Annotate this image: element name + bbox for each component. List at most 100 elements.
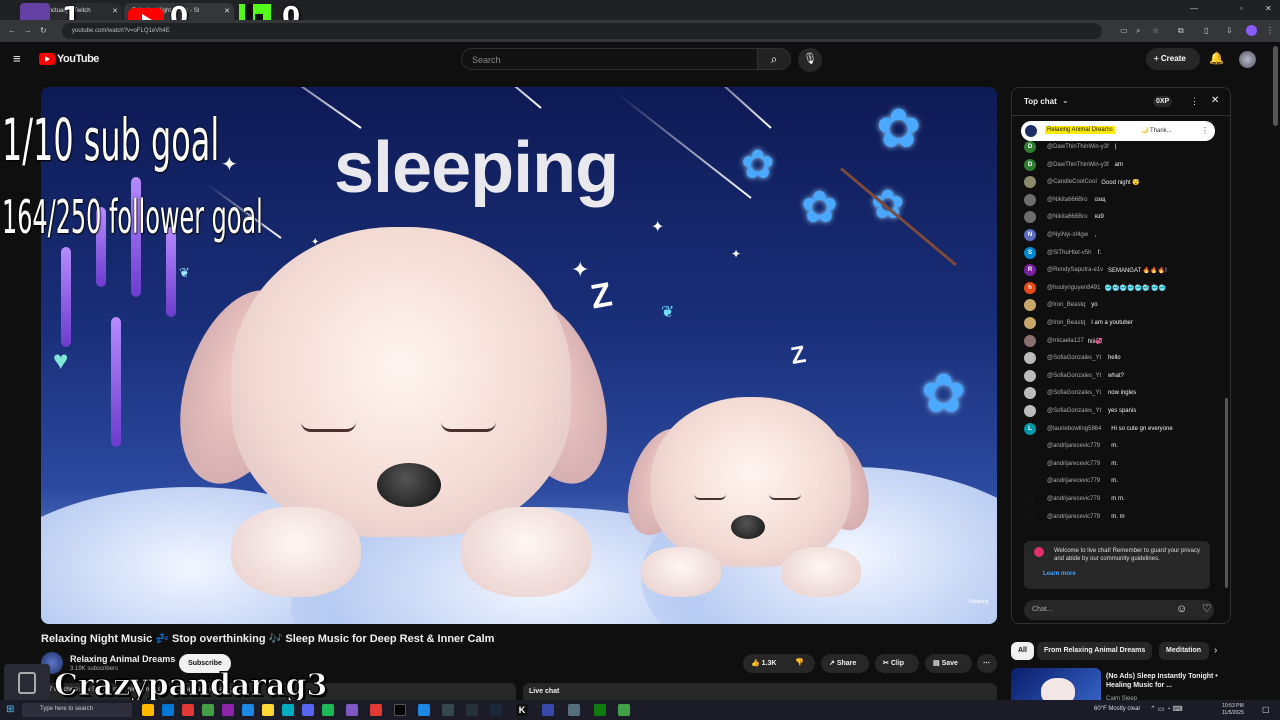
chat-author[interactable]: @Iron_Beastq (1047, 320, 1085, 326)
chat-message[interactable]: @Nikita666Bro озщ (1024, 193, 1224, 209)
chat-avatar[interactable] (1024, 176, 1036, 189)
chrome-icon[interactable] (262, 704, 274, 716)
chat-avatar[interactable]: L (1024, 422, 1036, 435)
chat-author[interactable]: @DawThinThinWin-y3f (1047, 162, 1109, 168)
chat-author[interactable]: @CandleCoolCool (1047, 179, 1097, 185)
youtube-logo-icon[interactable] (39, 53, 55, 65)
chat-author[interactable]: @SiThuHtet-v5h (1047, 250, 1091, 256)
taskbar-clock[interactable]: 10:53 PM 11/5/2025 (1222, 703, 1244, 717)
chat-avatar[interactable] (1024, 334, 1036, 347)
channel-name[interactable]: Relaxing Animal Dreams (70, 654, 175, 664)
url-field[interactable]: youtube.com/watch?v=oFLQ1eVh4E (62, 23, 1102, 39)
app-icon[interactable] (202, 704, 214, 716)
chat-avatar[interactable] (1024, 493, 1036, 505)
chat-avatar[interactable]: N (1024, 229, 1036, 241)
thumbs-up-icon[interactable]: 👍 (751, 660, 760, 667)
steam-icon[interactable] (490, 704, 502, 716)
chat-author[interactable]: @RendySaputra-e1v (1047, 267, 1103, 273)
cast-icon[interactable]: ▭ (1120, 26, 1128, 35)
maximize-icon[interactable]: ▫ (1240, 4, 1243, 13)
close-window-icon[interactable]: ✕ (1265, 4, 1272, 13)
chat-message[interactable]: @SofiaGonzales_Yt yes spanis (1024, 404, 1224, 420)
reload-icon[interactable]: ↻ (40, 26, 47, 35)
forward-icon[interactable]: → (24, 26, 32, 35)
close-icon[interactable]: ✕ (1211, 95, 1219, 106)
emoji-icon[interactable]: ☺ (1176, 603, 1187, 615)
app-icon[interactable] (346, 704, 358, 716)
download-icon[interactable]: ⇩ (1226, 26, 1233, 35)
extensions-icon[interactable]: ⧉ (1178, 26, 1184, 36)
scrollbar-thumb[interactable] (1273, 46, 1278, 126)
more-vertical-icon[interactable]: ⋮ (1201, 126, 1209, 135)
kick-app-icon[interactable]: K (516, 704, 528, 716)
chat-author[interactable]: @SofiaGonzales_Yt (1047, 390, 1101, 396)
chat-message[interactable]: @andrijarecevic779 m. (1024, 457, 1224, 473)
app-icon[interactable] (182, 704, 194, 716)
more-vertical-icon[interactable]: ⋮ (1190, 96, 1199, 107)
chat-avatar[interactable]: h (1024, 281, 1036, 294)
chat-message[interactable]: @SofiaGonzales_Yt hello (1024, 351, 1224, 367)
heart-icon[interactable]: ♡ (1202, 602, 1212, 615)
notification-center-icon[interactable]: ▢ (1262, 705, 1270, 714)
app-icon[interactable] (222, 704, 234, 716)
chevron-right-icon[interactable]: › (1214, 645, 1217, 656)
pinned-message[interactable]: Relaxing Animal Dreams 🌙 Thank... ⋮ (1021, 121, 1215, 141)
browser-menu-icon[interactable]: ⋮ (1266, 26, 1274, 35)
hamburger-menu-icon[interactable]: ≡ (13, 51, 21, 66)
chat-avatar[interactable] (1024, 387, 1036, 400)
chat-author[interactable]: @Nikita666Bro (1047, 197, 1087, 203)
recommendation-title[interactable]: (No Ads) Sleep Instantly Tonight • Heali… (1106, 672, 1231, 690)
chat-author[interactable]: @DawThinThinWin-y3f (1047, 144, 1109, 150)
app-icon[interactable] (370, 704, 382, 716)
edge-icon[interactable] (162, 704, 174, 716)
chat-author[interactable]: @SofiaGonzales_Yt (1047, 408, 1101, 414)
chat-avatar[interactable] (1024, 211, 1036, 224)
app-icon[interactable] (466, 704, 478, 716)
chat-avatar[interactable] (1024, 510, 1036, 523)
spotify-icon[interactable] (322, 704, 334, 716)
chat-avatar[interactable]: D (1024, 158, 1036, 171)
chat-author[interactable]: @micaela127 (1047, 338, 1084, 344)
chat-avatar[interactable] (1024, 440, 1036, 453)
chat-avatar[interactable]: S (1024, 246, 1036, 259)
chat-avatar[interactable]: D (1024, 141, 1036, 153)
more-actions-button[interactable]: ⋯ (977, 654, 997, 673)
chip-all[interactable]: All (1011, 642, 1034, 660)
profile-avatar[interactable] (1246, 25, 1257, 36)
taskbar-search[interactable]: Type here to search (22, 703, 132, 717)
chat-message[interactable]: @SofiaGonzales_Yt what? (1024, 369, 1224, 385)
chat-scrollbar[interactable] (1225, 398, 1228, 588)
chat-message[interactable]: @CandleCoolCool Good night 😴 (1024, 175, 1224, 191)
like-dislike-button[interactable]: 👍 1.3K 👎 (743, 654, 815, 673)
chat-message[interactable]: @andrijarecevic779 m m. (1024, 492, 1224, 508)
chat-message[interactable]: @andrijarecevic779 m. (1024, 474, 1224, 490)
chat-avatar[interactable] (1024, 405, 1036, 417)
chat-message[interactable]: S @SiThuHtet-v5h f. (1024, 246, 1224, 262)
notifications-bell-icon[interactable]: 🔔 (1209, 51, 1224, 65)
chat-message[interactable]: @SofiaGonzales_Yt now ingles (1024, 386, 1224, 402)
chat-message[interactable]: N @NyiNyi-sf4gw, (1024, 228, 1224, 244)
chat-mode-dropdown[interactable]: Top chat (1024, 97, 1057, 106)
create-button[interactable]: + Create (1146, 48, 1200, 70)
chat-message[interactable]: @Iron_Beastq I am a youtuber (1024, 316, 1224, 332)
search-input[interactable]: Search (461, 48, 759, 70)
file-explorer-icon[interactable] (142, 704, 154, 716)
app-icon[interactable] (618, 704, 630, 716)
windows-start-icon[interactable]: ⊞ (6, 704, 14, 715)
youtube-wordmark[interactable]: YouTube (57, 53, 99, 65)
chat-author[interactable]: @huulynguyen8491 (1047, 285, 1100, 291)
chat-avatar[interactable] (1024, 457, 1036, 470)
chat-author[interactable]: @Iron_Beastq (1047, 302, 1085, 308)
clip-button[interactable]: ✂ Clip (875, 654, 919, 673)
chat-message[interactable]: @andrijarecevic779 m. (1024, 439, 1224, 455)
chat-avatar[interactable] (1024, 299, 1036, 312)
minimize-icon[interactable]: — (1190, 4, 1198, 13)
chat-author[interactable]: @andrijarecevic779 (1047, 461, 1100, 467)
chat-message[interactable]: L @lauriebowling5864 Hi so cute gn everyon… (1024, 422, 1224, 438)
sidebar-icon[interactable]: ▯ (1204, 26, 1208, 35)
chat-author[interactable]: @andrijarecevic779 (1047, 514, 1100, 520)
chat-author[interactable]: @NyiNyi-sf4gw (1047, 232, 1088, 238)
chat-message[interactable]: h @huulynguyen8491 🥶🥶🥶🥶🥶🥶 🥶🥶 (1024, 281, 1224, 297)
chevron-down-icon[interactable]: ⌄ (1062, 96, 1069, 105)
share-button[interactable]: ↗ Share (821, 654, 869, 673)
